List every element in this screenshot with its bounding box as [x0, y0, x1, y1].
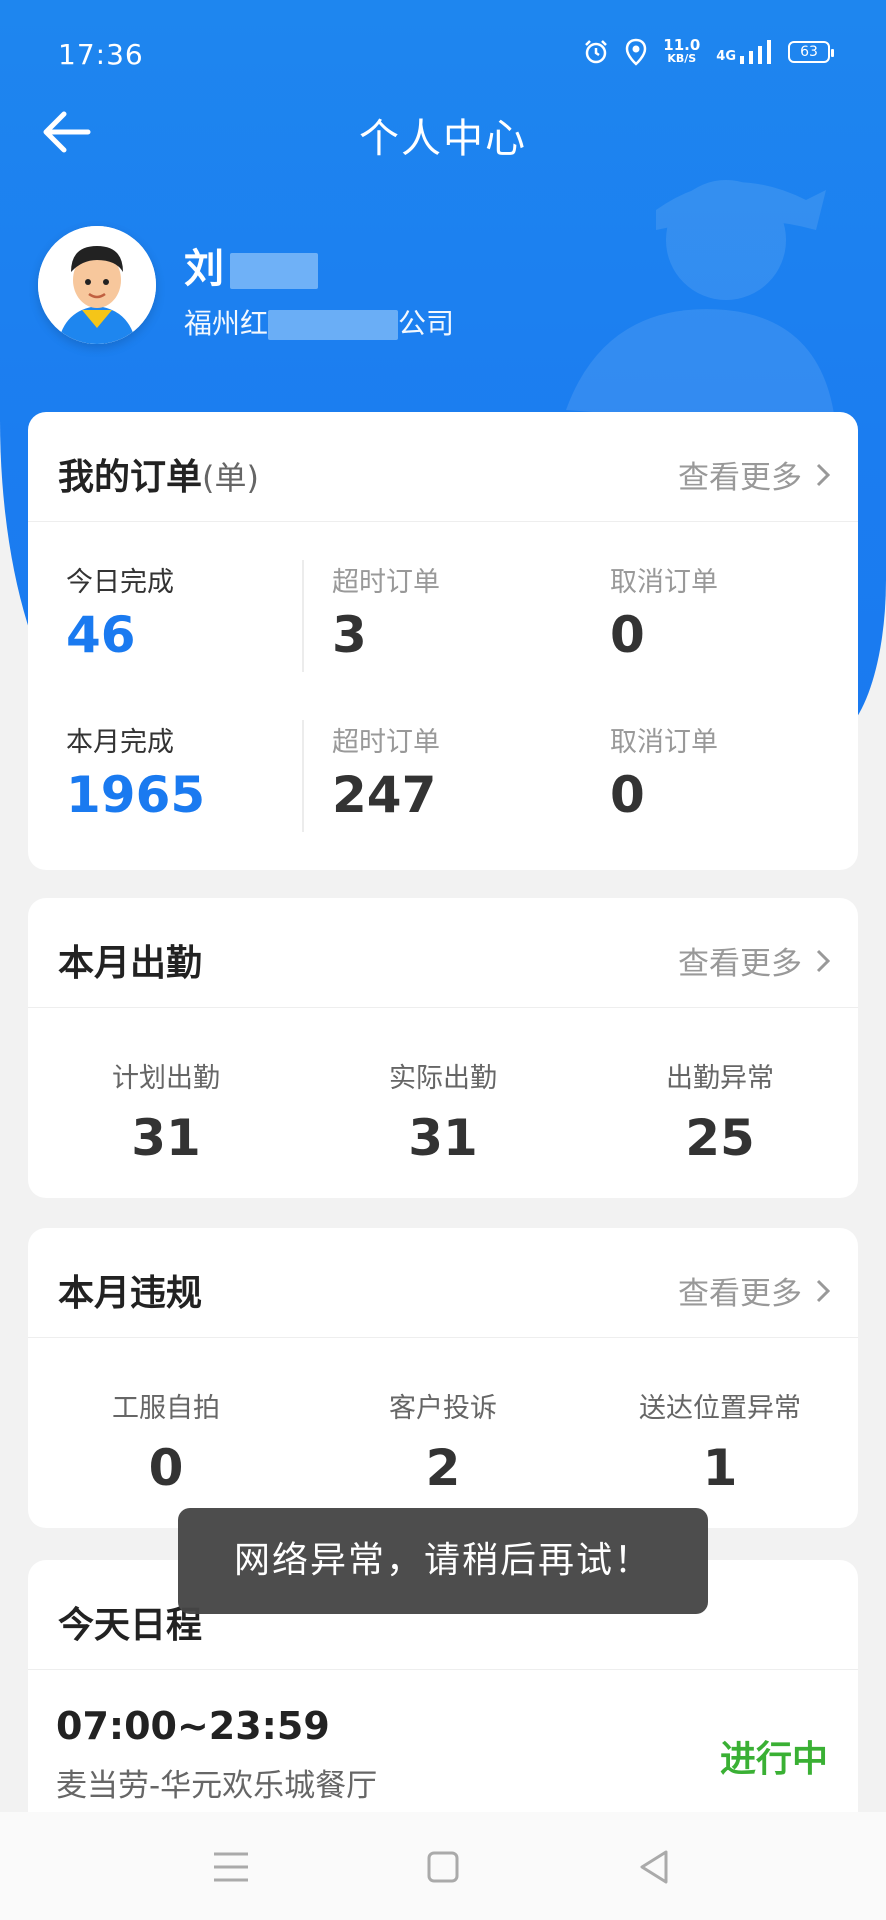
schedule-time: 07:00~23:59 — [56, 1704, 330, 1748]
stat-delivery-location: 送达位置异常 1 — [639, 1393, 801, 1497]
today-cancel-value: 0 — [610, 606, 645, 664]
schedule-item[interactable]: 07:00~23:59 麦当劳-华元欢乐城餐厅 进行中 — [28, 1670, 858, 1810]
attendance-view-more[interactable]: 查看更多 — [678, 938, 830, 983]
schedule-status: 进行中 — [719, 1739, 828, 1780]
month-cancel-value: 0 — [610, 766, 645, 824]
toast-message: 网络异常，请稍后再试！ — [178, 1508, 708, 1614]
divider — [302, 560, 304, 672]
month-overtime-label: 超时订单 — [332, 727, 440, 758]
attendance-card: 本月出勤 查看更多 计划出勤 31 实际出勤 31 出勤异常 25 — [28, 898, 858, 1198]
today-completed-label: 今日完成 — [66, 567, 174, 598]
today-orders-row: 今日完成 46 超时订单 3 取消订单 0 — [28, 560, 858, 720]
chevron-right-icon — [816, 1279, 830, 1302]
schedule-place: 麦当劳-华元欢乐城餐厅 — [56, 1768, 378, 1804]
month-completed-value: 1965 — [66, 766, 206, 824]
net-speed: 11.0 KB/S — [663, 36, 701, 66]
today-completed-value: 46 — [66, 606, 136, 664]
user-name: 刘 — [184, 236, 318, 294]
violations-title: 本月违规 — [58, 1273, 203, 1314]
stat-abnormal: 出勤异常 25 — [666, 1063, 774, 1167]
today-overtime-value: 3 — [332, 606, 367, 664]
courier-watermark-icon — [566, 180, 836, 430]
battery-icon: 63 — [788, 41, 834, 63]
orders-title: 我的订单(单) — [58, 457, 259, 498]
company-name: 福州红 公司 — [184, 302, 454, 342]
page-title: 个人中心 — [359, 116, 527, 162]
top-bar: 个人中心 — [0, 92, 886, 172]
system-nav-bar — [0, 1812, 886, 1920]
redacted-block — [230, 253, 318, 289]
orders-card: 我的订单(单) 查看更多 今日完成 46 超时订单 3 取消订单 0 本月完成 1965… — [28, 412, 858, 870]
chevron-right-icon — [816, 949, 830, 972]
avatar[interactable] — [38, 226, 156, 344]
chevron-right-icon — [816, 463, 830, 486]
user-avatar-icon — [38, 226, 156, 344]
today-overtime-label: 超时订单 — [332, 567, 440, 598]
location-icon — [626, 38, 647, 66]
month-completed-label: 本月完成 — [66, 727, 174, 758]
month-cancel-label: 取消订单 — [610, 727, 718, 758]
orders-view-more[interactable]: 查看更多 — [678, 452, 830, 497]
redacted-block — [268, 310, 399, 340]
home-button[interactable] — [418, 1842, 468, 1892]
menu-button[interactable] — [206, 1842, 256, 1892]
stat-planned: 计划出勤 31 — [112, 1063, 220, 1167]
alarm-icon — [585, 40, 608, 64]
today-cancel-label: 取消订单 — [610, 567, 718, 598]
back-nav-button[interactable] — [630, 1842, 680, 1892]
attendance-stats: 计划出勤 31 实际出勤 31 出勤异常 25 — [28, 1008, 858, 1198]
violations-view-more[interactable]: 查看更多 — [678, 1268, 830, 1313]
month-orders-row: 本月完成 1965 超时订单 247 取消订单 0 — [28, 720, 858, 880]
status-time: 17:36 — [58, 38, 144, 71]
back-triangle-icon — [640, 1850, 668, 1884]
stat-actual: 实际出勤 31 — [389, 1063, 497, 1167]
company-prefix: 福州红 — [184, 307, 269, 340]
menu-icon — [214, 1852, 248, 1882]
violations-stats: 工服自拍 0 客户投诉 2 送达位置异常 1 — [28, 1338, 858, 1528]
signal-indicator: 4G — [716, 40, 772, 64]
violations-card: 本月违规 查看更多 工服自拍 0 客户投诉 2 送达位置异常 1 — [28, 1228, 858, 1528]
divider — [302, 720, 304, 832]
stat-complaints: 客户投诉 2 — [389, 1393, 497, 1497]
home-square-icon — [427, 1851, 459, 1883]
user-name-text: 刘 — [184, 246, 224, 292]
signal-bars-icon — [740, 40, 771, 64]
company-suffix: 公司 — [398, 307, 455, 340]
month-overtime-value: 247 — [332, 766, 437, 824]
stat-uniform-selfie: 工服自拍 0 — [112, 1393, 220, 1497]
attendance-title: 本月出勤 — [58, 943, 203, 984]
